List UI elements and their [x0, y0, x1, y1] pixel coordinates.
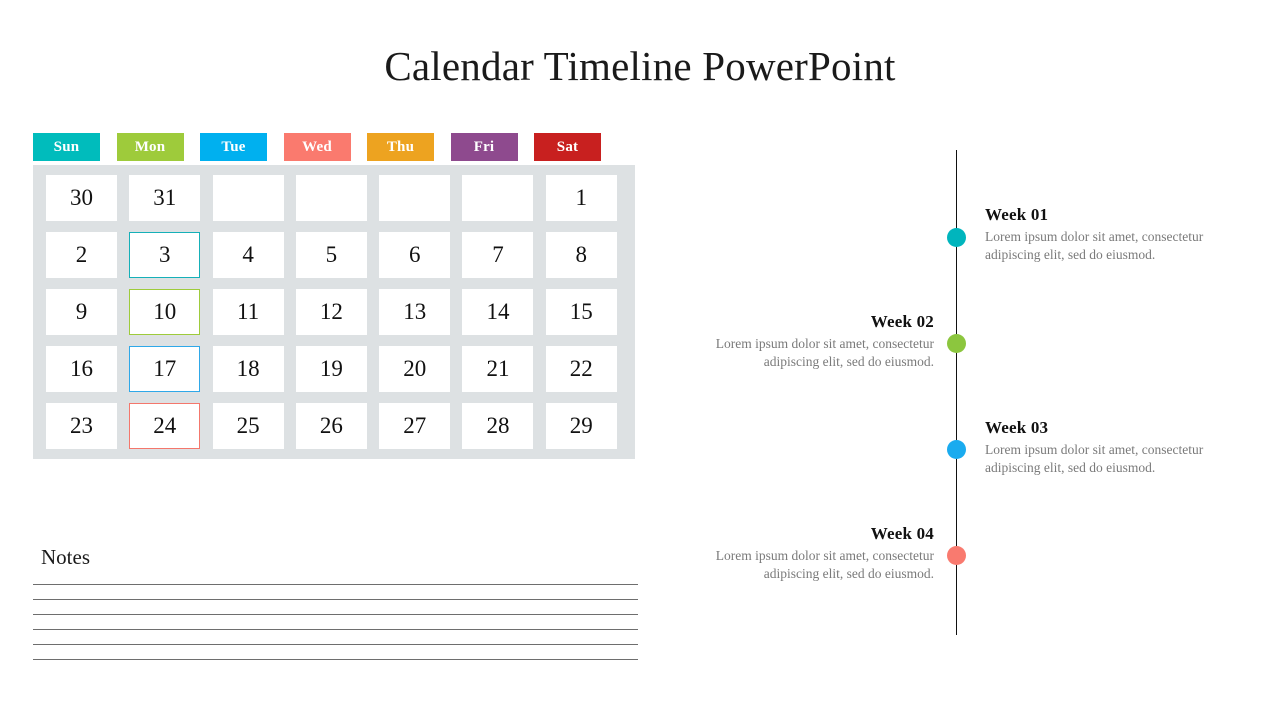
timeline-milestone-dot[interactable] [947, 228, 966, 247]
calendar-day-cell[interactable]: 6 [379, 232, 451, 278]
calendar-day-cell[interactable]: 8 [545, 232, 617, 278]
timeline-entry: Week 03 Lorem ipsum dolor sit amet, conse… [985, 418, 1247, 477]
page-title: Calendar Timeline PowerPoint [384, 43, 896, 89]
calendar-day-cell[interactable]: 23 [46, 403, 117, 449]
calendar-week-row: 2345678 [33, 232, 635, 278]
calendar-day-cell-empty[interactable] [379, 175, 451, 221]
calendar-day-cell[interactable]: 26 [295, 403, 367, 449]
calendar-day-cell[interactable]: 15 [545, 289, 617, 335]
day-of-week-header-row: Sun Mon Tue Wed Thu Fri Sat [33, 133, 635, 161]
calendar-day-cell[interactable]: 7 [462, 232, 534, 278]
calendar-day-cell[interactable]: 27 [379, 403, 451, 449]
calendar-day-cell[interactable]: 5 [295, 232, 367, 278]
notes-line[interactable] [33, 644, 638, 645]
calendar: Sun Mon Tue Wed Thu Fri Sat 30 31 1 2 3 4 5 6 7 8 9 10 11 1… [33, 133, 635, 459]
timeline-milestone-dot[interactable] [947, 334, 966, 353]
calendar-day-cell[interactable]: 25 [212, 403, 284, 449]
notes-title: Notes [41, 545, 90, 569]
calendar-day-cell-highlighted[interactable]: 10 [129, 289, 201, 335]
timeline-entry-heading: Week 03 [985, 418, 1049, 437]
timeline-milestone-dot[interactable] [947, 440, 966, 459]
calendar-day-cell[interactable]: 4 [212, 232, 284, 278]
calendar-day-cell[interactable]: 20 [379, 346, 451, 392]
calendar-grid: 30 31 1 2 3 4 5 6 7 8 9 10 11 12 13 14 15 16 17 18 19 20 21 22 2… [33, 165, 635, 459]
calendar-week-row: 23 24 25 26 27 28 29 [33, 403, 635, 449]
timeline-entry: Week 02 Lorem ipsum dolor sit amet, conse… [672, 312, 934, 371]
timeline-entry-body: Lorem ipsum dolor sit amet, consectetur … [985, 442, 1204, 476]
timeline-entry-heading: Week 04 [870, 524, 934, 543]
calendar-day-cell-highlighted[interactable]: 3 [129, 232, 201, 278]
day-header-thu: Thu [367, 133, 434, 161]
calendar-day-cell[interactable]: 31 [129, 175, 201, 221]
calendar-day-cell-highlighted[interactable]: 17 [129, 346, 201, 392]
timeline-entry-heading: Week 01 [985, 205, 1049, 224]
calendar-day-cell[interactable]: 1 [545, 175, 617, 221]
calendar-day-cell-empty[interactable] [212, 175, 284, 221]
calendar-day-cell[interactable]: 30 [46, 175, 117, 221]
timeline-entry-body: Lorem ipsum dolor sit amet, consectetur … [715, 336, 934, 370]
notes-line[interactable] [33, 599, 638, 600]
calendar-day-cell-empty[interactable] [462, 175, 534, 221]
calendar-day-cell[interactable]: 9 [46, 289, 117, 335]
timeline-entry: Week 01 Lorem ipsum dolor sit amet, conse… [985, 205, 1247, 264]
day-header-mon: Mon [116, 133, 184, 161]
calendar-day-cell[interactable]: 14 [462, 289, 534, 335]
day-header-sun: Sun [33, 133, 100, 161]
calendar-day-cell[interactable]: 11 [212, 289, 284, 335]
calendar-day-cell[interactable]: 18 [212, 346, 284, 392]
calendar-day-cell[interactable]: 29 [545, 403, 617, 449]
day-header-fri: Fri [450, 133, 518, 161]
calendar-week-row: 30 31 1 [33, 175, 635, 221]
timeline-axis-line [956, 150, 957, 635]
day-header-wed: Wed [283, 133, 351, 161]
calendar-day-cell[interactable]: 21 [462, 346, 534, 392]
day-header-sat: Sat [534, 133, 601, 161]
calendar-day-cell-empty[interactable] [295, 175, 367, 221]
notes-line[interactable] [33, 629, 638, 630]
notes-line[interactable] [33, 584, 638, 585]
day-header-tue: Tue [200, 133, 267, 161]
calendar-day-cell[interactable]: 19 [295, 346, 367, 392]
calendar-day-cell[interactable]: 2 [46, 232, 117, 278]
timeline-milestone-dot[interactable] [947, 546, 966, 565]
notes-line[interactable] [33, 614, 638, 615]
calendar-day-cell[interactable]: 22 [545, 346, 617, 392]
calendar-week-row: 16 17 18 19 20 21 22 [33, 346, 635, 392]
calendar-week-row: 9 10 11 12 13 14 15 [33, 289, 635, 335]
notes-lines[interactable] [33, 584, 638, 660]
calendar-day-cell[interactable]: 13 [379, 289, 451, 335]
calendar-day-cell[interactable]: 28 [462, 403, 534, 449]
timeline-entry-body: Lorem ipsum dolor sit amet, consectetur … [715, 548, 934, 582]
calendar-day-cell[interactable]: 12 [295, 289, 367, 335]
calendar-day-cell-highlighted[interactable]: 24 [129, 403, 201, 449]
calendar-day-cell[interactable]: 16 [46, 346, 117, 392]
notes-section: Notes [33, 545, 638, 660]
timeline-entry-body: Lorem ipsum dolor sit amet, consectetur … [985, 229, 1204, 263]
notes-line[interactable] [33, 659, 638, 660]
timeline-entry: Week 04 Lorem ipsum dolor sit amet, conse… [672, 524, 934, 583]
timeline-entry-heading: Week 02 [870, 312, 934, 331]
